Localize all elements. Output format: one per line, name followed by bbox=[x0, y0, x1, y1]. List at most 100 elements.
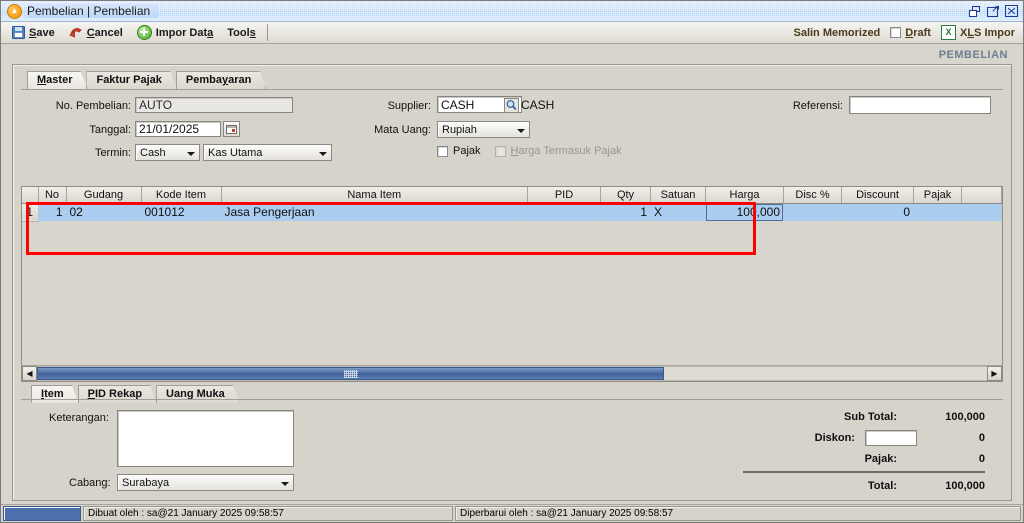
draft-label: Draft bbox=[905, 26, 931, 39]
cell-extra[interactable] bbox=[961, 203, 1002, 221]
tab-master[interactable]: Master bbox=[27, 71, 87, 89]
supplier-label: Supplier: bbox=[387, 100, 431, 112]
column-header-qty[interactable]: Qty bbox=[600, 187, 651, 204]
keterangan-label: Keterangan: bbox=[49, 412, 109, 424]
scroll-right-arrow-icon[interactable]: ▶ bbox=[987, 366, 1002, 381]
cell-harga[interactable]: 100,000 bbox=[705, 203, 784, 221]
scrollbar-thumb[interactable] bbox=[37, 367, 664, 380]
tab-pembayaran[interactable]: Pembayaran bbox=[176, 71, 266, 89]
item-grid-header-row: No Gudang Kode Item Nama Item PID Qty Sa… bbox=[22, 187, 1002, 204]
close-button[interactable] bbox=[1004, 4, 1019, 18]
chevron-circle-icon: ▲ bbox=[7, 3, 22, 19]
row-header-cell[interactable]: 1 bbox=[22, 203, 39, 222]
tanggal-input[interactable]: 21/01/2025 bbox=[135, 121, 221, 137]
diskon-row: Diskon: 0 bbox=[735, 427, 985, 448]
calendar-icon bbox=[226, 124, 237, 134]
sub-total-label: Sub Total: bbox=[844, 410, 897, 423]
keterangan-textarea[interactable] bbox=[117, 410, 294, 467]
cell-pid[interactable] bbox=[527, 203, 601, 221]
mata-uang-label: Mata Uang: bbox=[374, 124, 431, 136]
item-grid: No Gudang Kode Item Nama Item PID Qty Sa… bbox=[21, 186, 1003, 382]
maximize-button[interactable] bbox=[986, 4, 1001, 18]
draft-checkbox[interactable]: Draft bbox=[890, 27, 931, 39]
cabang-select[interactable]: Surabaya bbox=[117, 474, 294, 491]
cell-kode-item[interactable]: 001012 bbox=[141, 203, 222, 221]
pajak-checkbox[interactable] bbox=[437, 145, 448, 157]
cell-disc-persen[interactable] bbox=[783, 203, 842, 221]
tools-button[interactable]: Tools bbox=[220, 23, 263, 42]
impor-data-label: Impor Data bbox=[155, 26, 214, 39]
draft-checkbox-box[interactable] bbox=[890, 27, 902, 38]
column-header-satuan[interactable]: Satuan bbox=[650, 187, 706, 204]
salin-memorized-button[interactable]: Salin Memorized bbox=[793, 27, 880, 39]
column-header-disc-persen[interactable]: Disc % bbox=[783, 187, 842, 204]
mata-uang-select[interactable]: Rupiah bbox=[437, 121, 530, 138]
cancel-button[interactable]: Cancel bbox=[62, 23, 130, 42]
diskon-input[interactable] bbox=[865, 429, 917, 446]
total-row: Total: 100,000 bbox=[735, 475, 985, 496]
window-controls bbox=[968, 4, 1023, 18]
search-icon[interactable] bbox=[504, 98, 519, 113]
column-header-discount[interactable]: Discount bbox=[841, 187, 914, 204]
column-header-gudang[interactable]: Gudang bbox=[66, 187, 142, 204]
status-bar: Dibuat oleh : sa@21 January 2025 09:58:5… bbox=[1, 504, 1023, 522]
cancel-button-label: Cancel bbox=[86, 26, 123, 39]
scrollbar-track[interactable] bbox=[37, 366, 987, 381]
cell-no[interactable]: 1 bbox=[38, 203, 67, 221]
column-header-kode-item[interactable]: Kode Item bbox=[141, 187, 222, 204]
no-pembelian-input[interactable]: AUTO bbox=[135, 97, 293, 113]
column-header-nama-item[interactable]: Nama Item bbox=[221, 187, 528, 204]
cell-nama-item[interactable]: Jasa Pengerjaan bbox=[221, 203, 528, 221]
pajak-total-label: Pajak: bbox=[864, 452, 897, 465]
grid-horizontal-scrollbar[interactable]: ◀ ▶ bbox=[22, 365, 1002, 381]
totals-panel: Sub Total: 100,000 Diskon: 0 Pajak: 0 To… bbox=[735, 406, 985, 496]
cell-gudang[interactable]: 02 bbox=[66, 203, 142, 221]
pajak-total-value: 0 bbox=[978, 452, 985, 465]
lower-panel-body: Keterangan: Cabang: Surabaya Sub Total: … bbox=[21, 399, 1003, 500]
referensi-input[interactable] bbox=[849, 96, 991, 114]
cell-pajak[interactable] bbox=[913, 203, 962, 221]
excel-icon: X bbox=[940, 25, 956, 40]
xls-impor-label: XLS Impor bbox=[959, 26, 1015, 39]
harga-termasuk-pajak-label: Harga Termasuk Pajak bbox=[510, 145, 622, 157]
pajak-checkbox-label: Pajak bbox=[453, 145, 481, 157]
grid-corner-cell bbox=[22, 187, 39, 204]
table-row[interactable]: 1 1 02 001012 Jasa Pengerjaan 1 X 100,00… bbox=[22, 203, 1002, 222]
item-grid-table: No Gudang Kode Item Nama Item PID Qty Sa… bbox=[22, 187, 1002, 222]
termin-select[interactable]: Cash bbox=[135, 144, 200, 161]
main-panel: Master Faktur Pajak Pembayaran No. Pembe… bbox=[12, 64, 1012, 501]
master-form: No. Pembelian: AUTO Tanggal: 21/01/2025 … bbox=[13, 90, 1011, 182]
tab-faktur-pajak[interactable]: Faktur Pajak bbox=[86, 71, 176, 89]
cell-qty[interactable]: 1 bbox=[600, 203, 651, 221]
pembelian-window: ▲ Pembelian | Pembelian Save Cancel Impo… bbox=[0, 0, 1024, 523]
column-header-pajak[interactable]: Pajak bbox=[913, 187, 962, 204]
column-header-no[interactable]: No bbox=[38, 187, 67, 204]
cell-satuan[interactable]: X bbox=[650, 203, 706, 221]
save-button[interactable]: Save bbox=[5, 23, 62, 42]
calendar-picker-button[interactable] bbox=[223, 121, 240, 137]
pajak-row: Pajak: 0 bbox=[735, 448, 985, 469]
cell-discount[interactable]: 0 bbox=[841, 203, 914, 221]
save-icon bbox=[12, 26, 25, 39]
scroll-left-arrow-icon[interactable]: ◀ bbox=[22, 366, 37, 381]
column-header-harga[interactable]: Harga bbox=[705, 187, 784, 204]
sub-total-row: Sub Total: 100,000 bbox=[735, 406, 985, 427]
harga-termasuk-pajak-checkbox bbox=[494, 145, 506, 157]
save-button-label: Save bbox=[29, 26, 55, 39]
total-label: Total: bbox=[867, 479, 897, 492]
status-created-text: Dibuat oleh : sa@21 January 2025 09:58:5… bbox=[83, 506, 453, 521]
tabstrip-master: Master Faktur Pajak Pembayaran bbox=[13, 65, 1011, 89]
scrollbar-grip-icon bbox=[343, 369, 358, 378]
tools-label: Tools bbox=[227, 26, 256, 39]
diskon-label: Diskon: bbox=[814, 431, 855, 444]
impor-data-button[interactable]: Impor Data bbox=[130, 23, 220, 42]
referensi-label: Referensi: bbox=[792, 100, 843, 112]
restore-button[interactable] bbox=[968, 4, 983, 18]
page-title: PEMBELIAN bbox=[938, 49, 1008, 61]
column-header-extra[interactable] bbox=[961, 187, 1002, 204]
termin-akun-select[interactable]: Kas Utama bbox=[203, 144, 332, 161]
total-value: 100,000 bbox=[945, 479, 985, 492]
xls-impor-button[interactable]: X XLS Impor bbox=[940, 25, 1015, 40]
toolbar-right-group: Salin Memorized Draft X XLS Impor bbox=[793, 25, 1019, 40]
column-header-pid[interactable]: PID bbox=[527, 187, 601, 204]
